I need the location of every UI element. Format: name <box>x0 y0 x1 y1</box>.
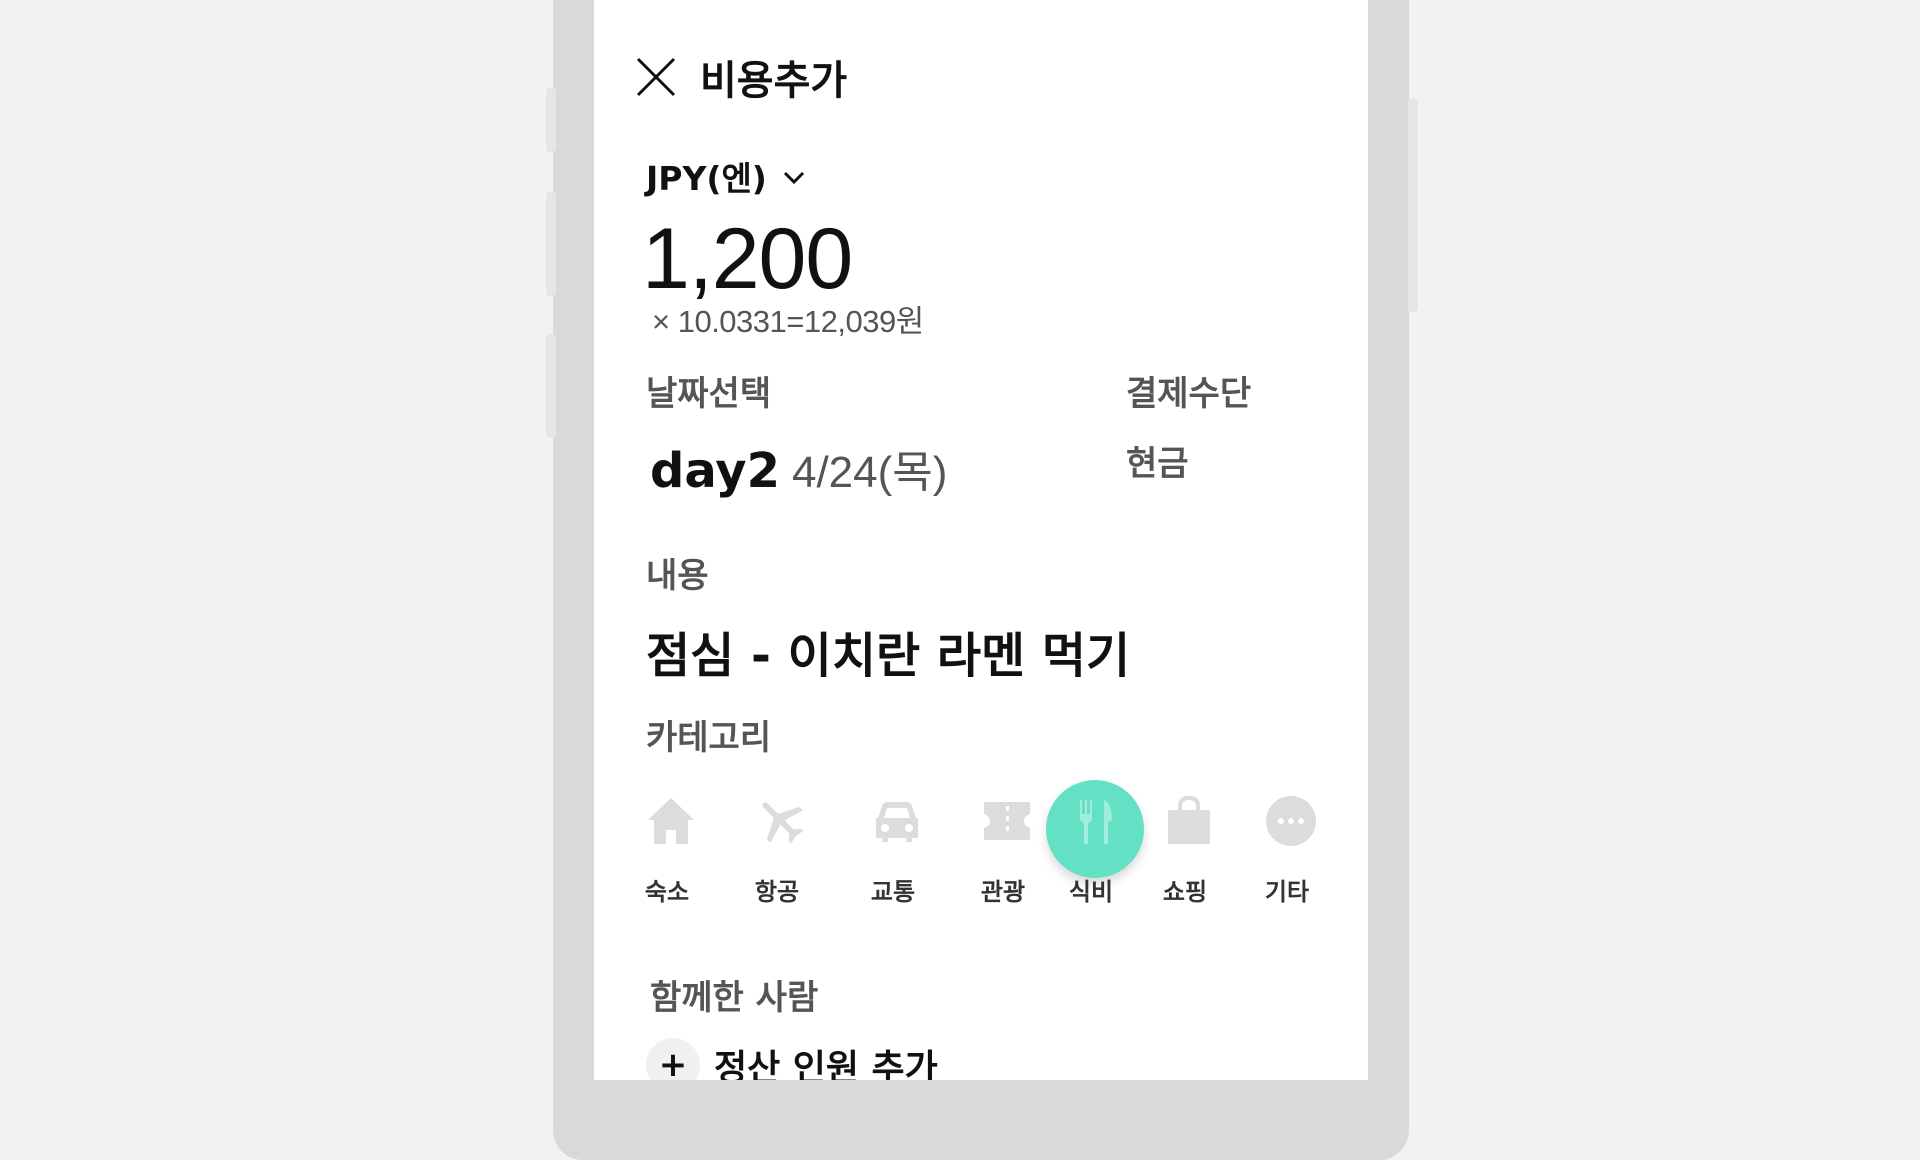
close-button[interactable] <box>634 55 678 99</box>
add-person-button[interactable]: + 정산 인원 추가 <box>646 1038 938 1080</box>
category-lodging[interactable]: 숙소 <box>622 786 712 906</box>
date-date: 4/24(목) <box>791 448 948 497</box>
device-side-button <box>546 88 556 152</box>
device-side-button <box>546 334 556 438</box>
home-icon <box>644 794 698 848</box>
date-day: day2 <box>650 443 780 499</box>
content-input[interactable]: 점심 - 이치란 라멘 먹기 <box>646 616 1130 686</box>
category-label-text: 항공 <box>754 878 800 906</box>
close-icon <box>636 57 676 97</box>
amount-value[interactable]: 1,200 <box>642 210 853 309</box>
category-label-text: 쇼핑 <box>1162 878 1208 906</box>
utensils-icon <box>1068 794 1122 848</box>
category-shopping[interactable]: 쇼핑 <box>1140 786 1230 906</box>
car-icon <box>870 794 924 848</box>
more-icon <box>1264 794 1318 848</box>
category-food[interactable]: 식비 <box>1046 780 1144 906</box>
category-label-text: 교통 <box>870 878 916 906</box>
category-transport[interactable]: 교통 <box>848 786 938 906</box>
device-side-button <box>1408 98 1418 312</box>
category-label-text: 기타 <box>1264 878 1310 906</box>
ticket-icon <box>980 794 1034 848</box>
category-label-text: 숙소 <box>644 878 690 906</box>
payment-label: 결제수단 <box>1126 374 1252 414</box>
date-label: 날짜선택 <box>646 374 772 414</box>
date-selector[interactable]: day2 4/24(목) <box>650 436 947 500</box>
category-label-text: 식비 <box>1068 878 1114 906</box>
plus-icon: + <box>646 1038 700 1080</box>
airplane-icon <box>754 794 808 848</box>
content-label: 내용 <box>646 556 709 596</box>
conversion-text: × 10.0331=12,039원 <box>652 304 924 339</box>
category-sightseeing[interactable]: 관광 <box>958 786 1048 906</box>
page-title: 비용추가 <box>700 58 848 104</box>
header: 비용추가 <box>634 48 847 106</box>
category-label: 카테고리 <box>646 718 772 758</box>
category-label-text: 관광 <box>980 878 1026 906</box>
chevron-down-icon <box>783 171 804 185</box>
app-screen: 비용추가 JPY(엔) 1,200 × 10.0331=12,039원 날짜선택… <box>594 0 1368 1080</box>
shopping-bag-icon <box>1162 794 1216 848</box>
add-person-label: 정산 인원 추가 <box>714 1048 938 1080</box>
category-list: 숙소 항공 교통 관광 식비 쇼핑 기타 <box>622 780 1332 906</box>
companions-label: 함께한 사람 <box>650 978 819 1018</box>
category-flight[interactable]: 항공 <box>732 786 822 906</box>
currency-label: JPY(엔) <box>646 159 767 198</box>
category-other[interactable]: 기타 <box>1242 786 1332 906</box>
payment-selector[interactable]: 현금 <box>1126 436 1189 485</box>
device-side-button <box>546 192 556 296</box>
currency-dropdown[interactable]: JPY(엔) <box>646 152 805 200</box>
